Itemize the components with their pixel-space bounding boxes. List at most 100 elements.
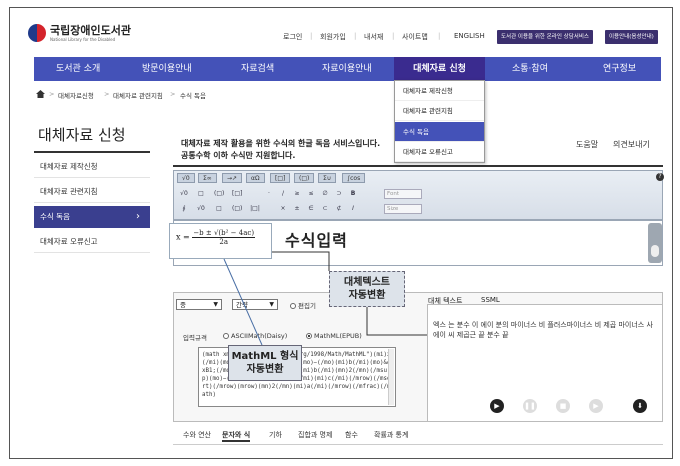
sitemap-link[interactable]: 사이트맵: [402, 32, 428, 42]
toolbar-button[interactable]: /: [278, 189, 288, 199]
size-select[interactable]: Size: [384, 204, 422, 214]
toolbar-tab-greek[interactable]: αΩ: [246, 173, 265, 183]
toolbar-tab-sums[interactable]: Σ∞: [198, 173, 217, 183]
radio-asciimath[interactable]: ASCIIMath(Daisy): [223, 332, 287, 340]
logo-icon[interactable]: [28, 24, 46, 42]
radio-asciimath-label: ASCIIMath(Daisy): [231, 332, 288, 340]
toolbar-button[interactable]: ≤: [306, 189, 316, 199]
toolbar-button[interactable]: (□): [232, 204, 242, 214]
italic-button[interactable]: I: [348, 204, 358, 214]
main-nav: 도서관 소개 방문이용안내 자료검색 자료이용안내 대체자료 신청 소통·참여 …: [34, 57, 661, 81]
scroll-grip[interactable]: [651, 245, 659, 257]
bottom-divider: [173, 444, 663, 445]
mathml-scrollbar[interactable]: [388, 349, 394, 405]
logo-name[interactable]: 국립장애인도서관: [50, 22, 131, 38]
alt-text-output: 엑스 는 분수 이 에이 분의 마이너스 비 플러스마이너스 비 제곱 마이너스…: [433, 321, 653, 339]
dropdown-item-production-request[interactable]: 대체자료 제작신청: [395, 81, 484, 101]
intro-line: 대체자료 제작 활용을 위한 수식의 한글 독음 서비스입니다.: [181, 139, 381, 148]
toolbar-button[interactable]: ×: [278, 204, 288, 214]
tab-geometry[interactable]: 기하: [269, 430, 282, 440]
home-icon[interactable]: [36, 90, 45, 98]
formula-expression: x = −b ± √(b² − 4ac) 2a: [176, 229, 256, 246]
dropdown-item-formula-reading[interactable]: 수식 독음: [395, 122, 484, 142]
toolbar-button[interactable]: ⊄: [334, 204, 344, 214]
nav-item-usage-guide[interactable]: 자료이용안내: [322, 57, 372, 81]
intro-line: 공통수학 이하 수식만 지원합니다.: [181, 151, 296, 160]
toolbar-button[interactable]: □: [196, 189, 206, 199]
sidebar-item-guidelines[interactable]: 대체자료 관련지침: [34, 181, 150, 203]
tab-alt-text[interactable]: 대체 텍스트: [428, 296, 462, 306]
tab-numbers[interactable]: 수와 연산: [183, 430, 211, 440]
toolbar-tab-roots[interactable]: √0: [177, 173, 195, 183]
consult-service-button[interactable]: 도서관 이용을 위한 온라인 상담서비스: [497, 30, 593, 44]
tab-sets-propositions[interactable]: 집합과 명제: [298, 430, 332, 440]
toolbar-button[interactable]: ∅: [320, 189, 330, 199]
radio-selected-icon: [306, 333, 312, 339]
tab-ssml[interactable]: SSML: [481, 296, 500, 304]
bold-button[interactable]: B: [348, 189, 358, 199]
nav-item-alt-request[interactable]: 대체자료 신청: [394, 57, 485, 81]
toolbar-button[interactable]: □: [214, 204, 224, 214]
voice-guide-button[interactable]: 이용안내(음성안내): [605, 30, 658, 44]
toolbar-tab-parens[interactable]: (□): [294, 173, 315, 183]
dropdown-item-error-report[interactable]: 대체자료 오류신고: [395, 142, 484, 162]
stop-icon[interactable]: ■: [556, 399, 570, 413]
dropdown-item-guidelines[interactable]: 대체자료 관련지침: [395, 101, 484, 121]
download-icon[interactable]: ⬇: [633, 399, 647, 413]
nav-item-research[interactable]: 연구정보: [603, 57, 636, 81]
toolbar-button[interactable]: ⊂: [320, 204, 330, 214]
toolbar-button[interactable]: ±: [292, 204, 302, 214]
edit-option[interactable]: 편집기: [290, 300, 316, 310]
breadcrumb-item[interactable]: 대체자료신청: [58, 90, 94, 100]
nav-item-library-intro[interactable]: 도서관 소개: [56, 57, 100, 81]
toolbar-button[interactable]: ∮: [179, 204, 189, 214]
toolbar-button[interactable]: √0: [179, 189, 189, 199]
editor-scroll-handle[interactable]: [648, 223, 662, 263]
toolbar-tab-brackets[interactable]: [□]: [270, 173, 291, 183]
skip-icon[interactable]: ▶: [589, 399, 603, 413]
my-library-link[interactable]: 내서재: [364, 32, 383, 42]
toolbar-button[interactable]: ∈: [306, 204, 316, 214]
help-icon[interactable]: ?: [656, 173, 664, 181]
nav-item-search[interactable]: 자료검색: [241, 57, 274, 81]
tab-functions[interactable]: 함수: [345, 430, 358, 440]
sidebar-title: 대체자료 신청: [38, 126, 126, 144]
toolbar-button[interactable]: [□]: [232, 189, 242, 199]
help-link[interactable]: 도움말: [576, 139, 598, 150]
toolbar-tab-sets[interactable]: Σ∪: [318, 173, 337, 183]
breadcrumb-current: 수식 독음: [180, 92, 206, 100]
english-link[interactable]: ENGLISH: [454, 32, 485, 40]
sidebar-item-formula-reading[interactable]: 수식 독음 ›: [34, 206, 150, 228]
nav-item-community[interactable]: 소통·참여: [512, 57, 548, 81]
radio-mathml[interactable]: MathML(EPUB): [306, 332, 362, 340]
toolbar-button[interactable]: ⊃: [334, 189, 344, 199]
toolbar-button[interactable]: |□|: [250, 204, 260, 214]
sidebar-item-error-report[interactable]: 대체자료 오류신고: [34, 231, 150, 253]
mode-select[interactable]: 간략 ▼: [232, 299, 278, 310]
chevron-down-icon: ▼: [213, 301, 218, 308]
feedback-link[interactable]: 의견보내기: [613, 139, 650, 150]
signup-link[interactable]: 회원가입: [320, 32, 346, 42]
breadcrumb-item[interactable]: 대체자료 관련지침: [113, 90, 163, 100]
login-link[interactable]: 로그인: [283, 32, 302, 42]
sidebar-item-label: 대체자료 관련지침: [40, 187, 98, 196]
level-select[interactable]: 중 ▼: [176, 299, 222, 310]
toolbar-button[interactable]: (□): [214, 189, 224, 199]
toolbar-button[interactable]: √0: [196, 204, 206, 214]
callout-line: 자동변환: [246, 364, 284, 375]
tab-letters-expressions[interactable]: 문자와 식: [222, 430, 251, 442]
formula-input-annotation: 수식입력: [285, 231, 348, 250]
font-select[interactable]: Font: [384, 189, 422, 199]
toolbar-tab-arrows[interactable]: →↗: [222, 173, 243, 183]
tab-probability-statistics[interactable]: 확률과 통계: [374, 430, 408, 440]
nav-item-visit-guide[interactable]: 방문이용안내: [142, 57, 192, 81]
play-icon[interactable]: ▶: [490, 399, 504, 413]
sidebar-divider: [34, 151, 150, 153]
toolbar-button[interactable]: ·: [264, 189, 274, 199]
radio-icon: [223, 333, 229, 339]
chevron-right-icon: ›: [136, 211, 140, 222]
pause-icon[interactable]: ❚❚: [523, 399, 537, 413]
toolbar-tab-calculus[interactable]: ∫cos: [342, 173, 366, 183]
toolbar-button[interactable]: ≥: [292, 189, 302, 199]
sidebar-item-production-request[interactable]: 대체자료 제작신청: [34, 156, 150, 178]
